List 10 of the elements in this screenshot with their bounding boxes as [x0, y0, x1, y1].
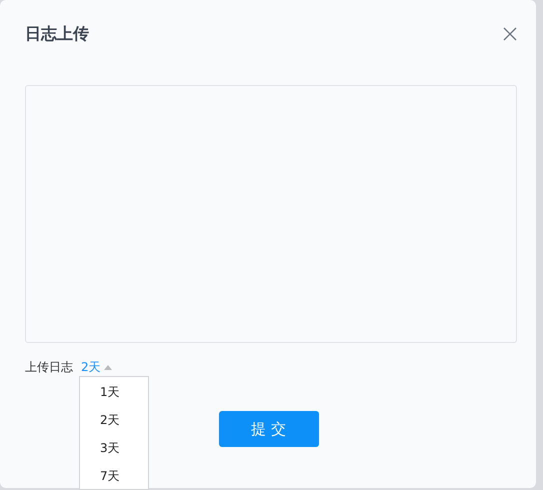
dropdown-option[interactable]: 3天	[80, 432, 148, 460]
dialog-title: 日志上传	[25, 24, 89, 44]
close-icon	[502, 26, 518, 42]
caret-icon	[104, 364, 112, 370]
upload-log-label: 上传日志	[25, 358, 73, 376]
dropdown-option[interactable]: 7天	[80, 460, 148, 488]
dropdown-value: 2天	[81, 358, 101, 376]
dropdown-option[interactable]: 2天	[80, 404, 148, 432]
close-button[interactable]	[502, 26, 518, 42]
dropdown-option[interactable]: 1天	[80, 376, 148, 404]
